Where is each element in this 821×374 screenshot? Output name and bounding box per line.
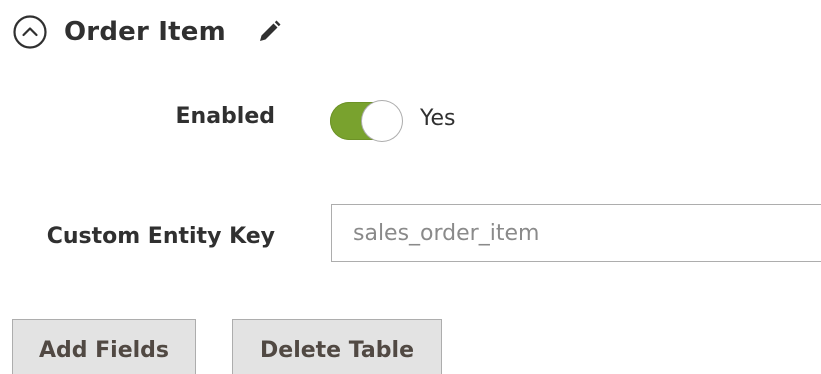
custom-entity-key-label: Custom Entity Key [46,224,275,249]
enabled-toggle[interactable] [330,101,402,141]
toggle-knob [362,101,402,141]
custom-entity-key-input[interactable] [331,204,821,262]
delete-table-button[interactable]: Delete Table [232,319,442,374]
enabled-label: Enabled [175,104,276,129]
add-fields-button[interactable]: Add Fields [12,319,196,374]
pencil-icon[interactable] [256,19,282,45]
section-title: Order Item [64,17,226,47]
enabled-state-text: Yes [420,106,456,131]
collapse-circle-icon[interactable] [12,14,48,50]
order-item-section: Order Item Enabled Yes Custom Entity Key… [0,0,821,374]
section-header: Order Item [12,14,282,50]
